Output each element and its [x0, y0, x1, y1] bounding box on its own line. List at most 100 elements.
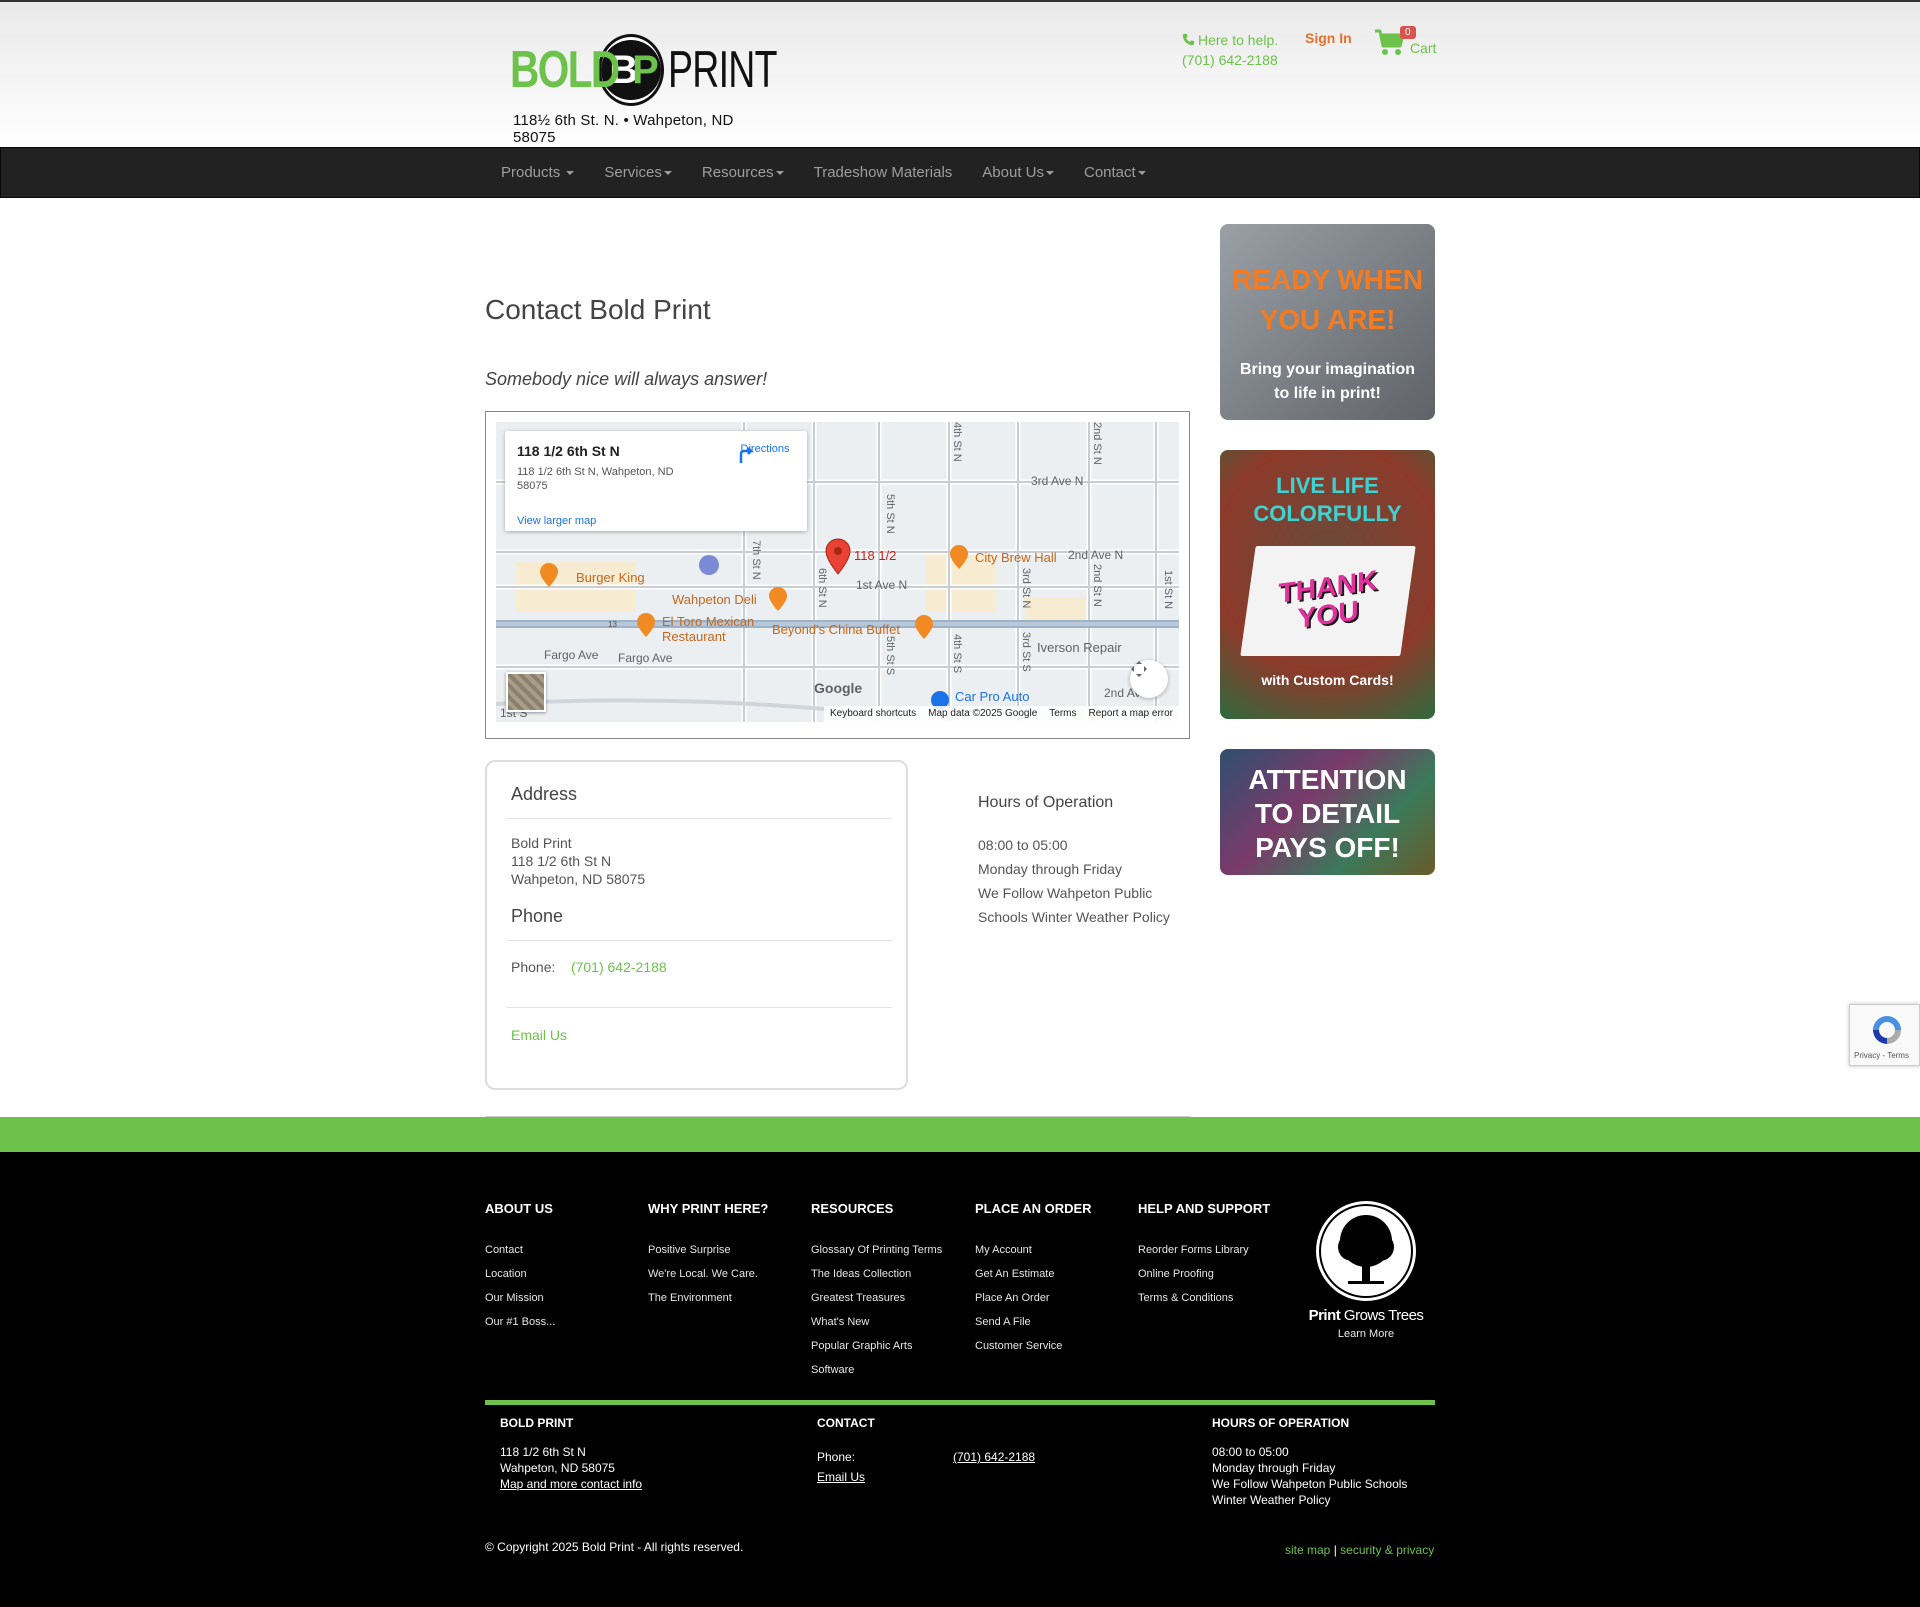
footer-link-contact[interactable]: Contact — [485, 1238, 555, 1262]
divider — [507, 940, 892, 941]
map-location-pin-icon[interactable] — [824, 537, 852, 575]
map-poi-wahpeton-deli[interactable]: Wahpeton Deli — [672, 592, 757, 607]
directions-button[interactable]: Directions — [735, 443, 795, 463]
map-poi-el-toro-line2[interactable]: Restaurant — [662, 629, 726, 644]
footer-link-positive-surprise[interactable]: Positive Surprise — [648, 1238, 768, 1262]
map-street-3rd-ave: 3rd Ave N — [1031, 474, 1084, 488]
footer-link-reorder-forms[interactable]: Reorder Forms Library — [1138, 1238, 1270, 1262]
map-street-1st-ave: 1st Ave N — [856, 578, 908, 592]
footer-link-terms[interactable]: Terms & Conditions — [1138, 1286, 1270, 1310]
ad1-sub1: Bring your imagination — [1239, 361, 1416, 378]
link-separator: | — [1333, 1543, 1337, 1557]
map-street-fargo-ave-2: Fargo Ave — [618, 651, 673, 665]
footer-link-my-account[interactable]: My Account — [975, 1238, 1092, 1262]
nav-services[interactable]: Services — [589, 148, 687, 197]
footer-link-location[interactable]: Location — [485, 1262, 555, 1286]
ad-live-life-colorfully[interactable]: LIVE LIFE COLORFULLY THANK YOU with Custom… — [1220, 450, 1435, 719]
ad2-line1: LIVE LIFE — [1276, 473, 1379, 498]
bank-pin-icon — [699, 555, 719, 575]
tree-graphic — [1319, 1204, 1413, 1298]
ad1-headline: READY WHEN YOU ARE! — [1220, 260, 1435, 340]
page-title: Contact Bold Print — [485, 294, 711, 325]
footer-email-link[interactable]: Email Us — [817, 1469, 865, 1485]
email-us-link[interactable]: Email Us — [511, 1026, 567, 1044]
footer-link-place-order[interactable]: Place An Order — [975, 1286, 1092, 1310]
footer-link-whats-new[interactable]: What's New — [811, 1310, 942, 1334]
footer-link-estimate[interactable]: Get An Estimate — [975, 1262, 1092, 1286]
footer-green-band — [0, 1117, 1920, 1152]
restaurant-pin-icon — [540, 563, 558, 587]
footer-link-ideas[interactable]: The Ideas Collection — [811, 1262, 942, 1286]
ad3-line3: PAYS OFF! — [1255, 832, 1400, 863]
map-poi-beyonds-china-buffet[interactable]: Beyond's China Buffet — [772, 622, 900, 637]
footer-hours-time: 08:00 to 05:00 — [1212, 1445, 1289, 1459]
footer-link-glossary[interactable]: Glossary Of Printing Terms — [811, 1238, 942, 1262]
map-poi-city-brew-hall[interactable]: City Brew Hall — [975, 550, 1057, 565]
phone-icon — [1182, 33, 1195, 46]
recaptcha-text[interactable]: Privacy - Terms — [1854, 1051, 1909, 1060]
footer-link-customer-service[interactable]: Customer Service — [975, 1334, 1092, 1358]
keyboard-shortcuts-link[interactable]: Keyboard shortcuts — [824, 706, 922, 722]
map-poi-el-toro[interactable]: El Toro Mexican — [662, 614, 754, 629]
site-map-link[interactable]: site map — [1285, 1543, 1330, 1557]
learn-more-link[interactable]: Learn More — [1300, 1328, 1432, 1340]
help-phone[interactable]: (701) 642-2188 — [1182, 50, 1278, 70]
ad-ready-when-you-are[interactable]: READY WHEN YOU ARE! Bring your imaginatio… — [1220, 224, 1435, 420]
address-street: 118 1/2 6th St N — [511, 853, 612, 869]
footer-link-our-mission[interactable]: Our Mission — [485, 1286, 555, 1310]
nav-contact[interactable]: Contact — [1069, 148, 1161, 197]
footer-link-environment[interactable]: The Environment — [648, 1286, 768, 1310]
print-grows-trees-badge[interactable]: Print Grows Trees Learn More — [1300, 1201, 1432, 1340]
caret-down-icon — [1137, 171, 1146, 176]
footer-link-send-file[interactable]: Send A File — [975, 1310, 1092, 1334]
ad-attention-to-detail[interactable]: ATTENTION TO DETAIL PAYS OFF! — [1220, 749, 1435, 875]
caret-down-icon — [775, 171, 784, 176]
google-map[interactable]: 3rd Ave N 2nd Ave N 1st Ave N Fargo Ave … — [496, 422, 1179, 722]
footer-link-online-proofing[interactable]: Online Proofing — [1138, 1262, 1270, 1286]
footer-link-software[interactable]: Software — [811, 1358, 942, 1382]
map-poi-iverson-repair[interactable]: Iverson Repair — [1037, 640, 1122, 655]
footer-col-title: PLACE AN ORDER — [975, 1201, 1092, 1216]
ad2-line2: COLORFULLY — [1253, 501, 1402, 526]
security-privacy-link[interactable]: security & privacy — [1340, 1543, 1434, 1557]
footer-link-treasures[interactable]: Greatest Treasures — [811, 1286, 942, 1310]
address-company: Bold Print — [511, 835, 572, 851]
map-street-2nd-st-2: 2nd St N — [1091, 564, 1103, 607]
footer-phone-label: Phone: — [817, 1450, 856, 1464]
cart-count-badge: 0 — [1400, 26, 1416, 39]
map-poi-car-pro-auto[interactable]: Car Pro Auto — [955, 689, 1029, 704]
footer-link-local[interactable]: We're Local. We Care. — [648, 1262, 768, 1286]
recaptcha-badge[interactable]: Privacy - Terms — [1849, 1004, 1920, 1066]
phone-link[interactable]: (701) 642-2188 — [571, 959, 667, 975]
map-terms-link[interactable]: Terms — [1043, 706, 1082, 722]
ad2-subtext: with Custom Cards! — [1261, 672, 1394, 688]
footer-hours-text: 08:00 to 05:00 Monday through Friday We … — [1212, 1444, 1407, 1508]
map-embed-frame: 3rd Ave N 2nd Ave N 1st Ave N Fargo Ave … — [485, 411, 1190, 739]
map-poi-burger-king[interactable]: Burger King — [576, 570, 645, 585]
map-street-3rd-st-s: 3rd St S — [1020, 632, 1032, 672]
view-larger-map-link[interactable]: View larger map — [517, 515, 596, 527]
map-camera-control[interactable] — [1130, 660, 1168, 698]
footer-link-graphic-arts[interactable]: Popular Graphic Arts — [811, 1334, 942, 1358]
help-contact: Here to help. (701) 642-2188 — [1182, 30, 1278, 70]
nav-about-us[interactable]: About Us — [967, 148, 1069, 197]
address-lines: Bold Print 118 1/2 6th St N Wahpeton, ND… — [511, 834, 645, 888]
map-street-5th-st: 5th St N — [884, 494, 896, 534]
cart-button[interactable]: 0 Cart — [1374, 26, 1438, 60]
caret-down-icon — [1045, 171, 1054, 176]
footer-col-why: WHY PRINT HERE? Positive Surprise We're … — [648, 1201, 768, 1310]
footer-phone-link[interactable]: (701) 642-2188 — [953, 1449, 1035, 1465]
satellite-view-toggle[interactable] — [506, 672, 546, 712]
footer-hours-policy1: We Follow Wahpeton Public Schools — [1212, 1477, 1408, 1491]
footer-map-link[interactable]: Map and more contact info — [500, 1476, 642, 1492]
footer-col-help: HELP AND SUPPORT Reorder Forms Library O… — [1138, 1201, 1270, 1310]
footer-link-our-boss[interactable]: Our #1 Boss... — [485, 1310, 555, 1334]
sign-in-link[interactable]: Sign In — [1305, 30, 1352, 46]
report-map-error-link[interactable]: Report a map error — [1083, 706, 1179, 722]
divider — [507, 818, 892, 819]
nav-resources[interactable]: Resources — [687, 148, 799, 197]
bold-print-logo[interactable]: BOLD BP PRINT 118½ 6th St. N. • Wahpeton… — [510, 34, 777, 146]
nav-products[interactable]: Products — [486, 148, 589, 197]
nav-tradeshow-materials[interactable]: Tradeshow Materials — [799, 148, 968, 197]
ad3-line2: TO DETAIL — [1254, 798, 1401, 829]
